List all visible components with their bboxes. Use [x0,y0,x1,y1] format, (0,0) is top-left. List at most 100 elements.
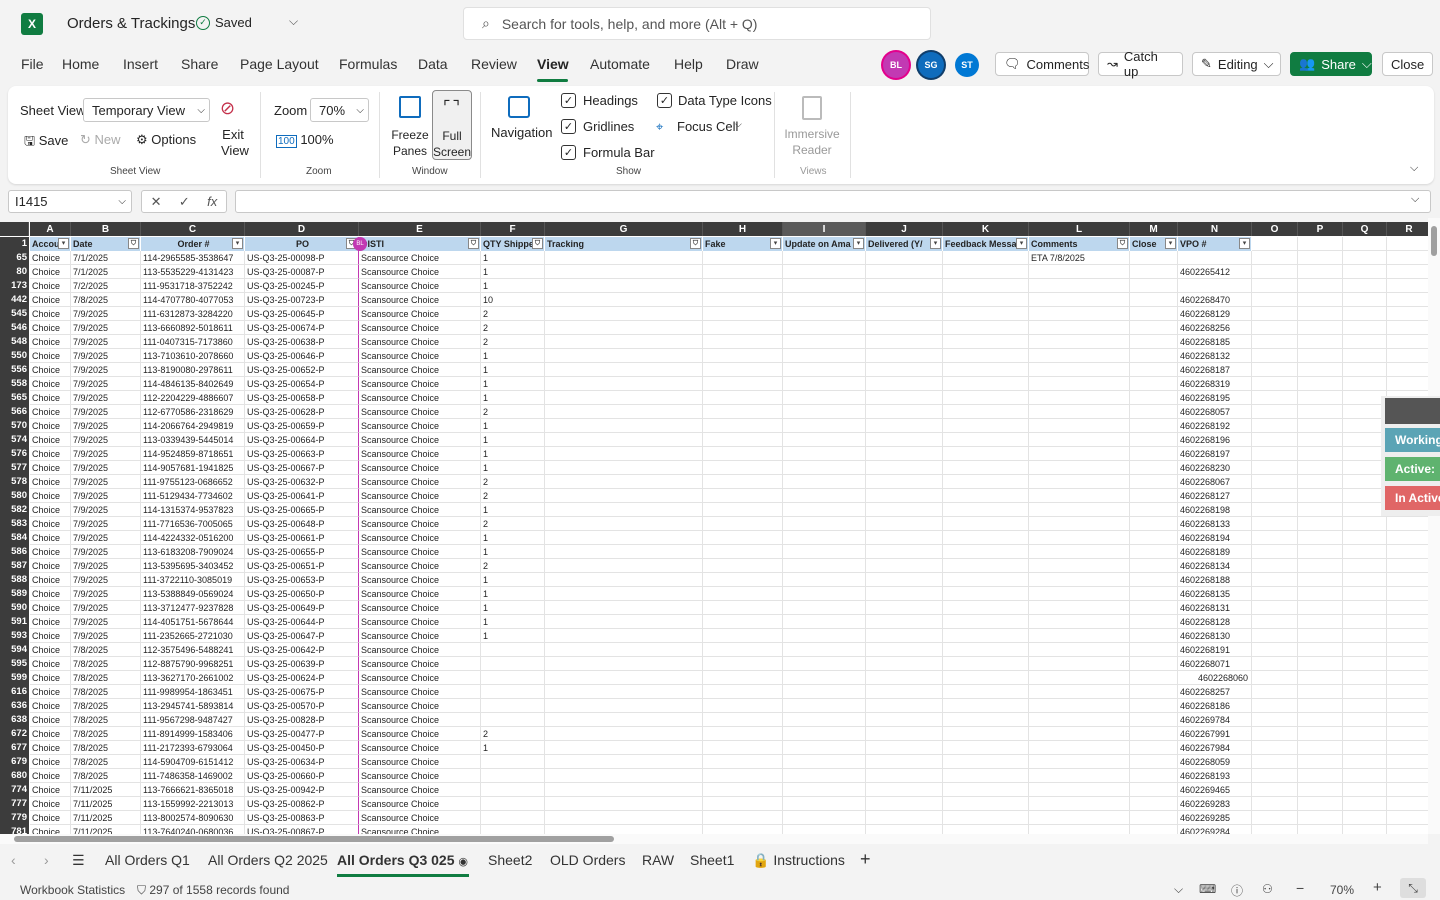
empty-cell[interactable] [1298,531,1343,545]
cell-qty-shipped[interactable]: 1 [481,251,545,265]
column-header-r[interactable]: R [1387,222,1428,236]
cell-qty-shipped[interactable]: 1 [481,391,545,405]
empty-cell[interactable] [1130,671,1178,685]
cell-vpo[interactable]: 4602268130 [1178,629,1252,643]
row-header[interactable]: 774 [0,783,29,797]
cell-date[interactable]: 7/9/2025 [71,335,141,349]
empty-cell[interactable] [1343,573,1387,587]
cell-qty-shipped[interactable]: 1 [481,601,545,615]
empty-cell[interactable] [1387,741,1428,755]
fullscreen-exit-icon[interactable]: ⤡ [1400,878,1426,898]
cell-comments[interactable] [1029,531,1130,545]
header-cell[interactable]: Update on Ama ▾ [783,237,866,251]
empty-cell[interactable] [1298,307,1343,321]
header-cell[interactable]: VPO # ▾ [1178,237,1252,251]
cell-date[interactable]: 7/9/2025 [71,489,141,503]
cell-comments[interactable] [1029,559,1130,573]
empty-cell[interactable] [1387,685,1428,699]
cell-vpo[interactable]: 4602268230 [1178,461,1252,475]
menu-share[interactable]: Share [181,56,218,72]
cell-vpo[interactable]: 4602267991 [1178,727,1252,741]
row-header[interactable]: 570 [0,419,29,433]
cell-po[interactable]: US-Q3-25-00661-P [245,531,359,545]
empty-cell[interactable] [943,321,1029,335]
empty-cell[interactable] [1343,755,1387,769]
chevron-down-icon[interactable]: ⌵ [289,14,298,29]
enter-icon[interactable]: ✓ [179,194,190,210]
empty-cell[interactable] [1343,699,1387,713]
empty-cell[interactable] [943,419,1029,433]
empty-cell[interactable] [783,377,866,391]
cell-po[interactable]: US-Q3-25-00723-P [245,293,359,307]
empty-cell[interactable] [545,755,703,769]
avatar-st[interactable]: ST [955,53,979,77]
cell-disti[interactable]: Scansource Choice [359,545,481,559]
tab-sheet1[interactable]: Sheet1 [690,852,734,868]
cell-date[interactable]: 7/9/2025 [71,405,141,419]
row-header[interactable]: 565 [0,391,29,405]
empty-cell[interactable] [1130,727,1178,741]
cell-qty-shipped[interactable]: 2 [481,335,545,349]
column-header-h[interactable]: H [703,222,783,236]
empty-cell[interactable] [1298,391,1343,405]
empty-cell[interactable] [1298,419,1343,433]
empty-cell[interactable] [943,727,1029,741]
cell-date[interactable]: 7/9/2025 [71,629,141,643]
empty-cell[interactable] [943,279,1029,293]
empty-cell[interactable] [866,713,943,727]
empty-cell[interactable] [545,657,703,671]
empty-cell[interactable] [703,755,783,769]
formula-input[interactable] [235,190,1431,213]
all-sheets-menu-icon[interactable]: ☰ [72,852,85,869]
cell-qty-shipped[interactable]: 2 [481,405,545,419]
empty-cell[interactable] [943,755,1029,769]
empty-cell[interactable] [545,405,703,419]
empty-cell[interactable] [1343,293,1387,307]
cell-comments[interactable] [1029,363,1130,377]
row-header[interactable]: 586 [0,545,29,559]
empty-cell[interactable] [545,419,703,433]
cell-disti[interactable]: Scansource Choice [359,685,481,699]
empty-cell[interactable] [866,433,943,447]
empty-cell[interactable] [1387,349,1428,363]
empty-cell[interactable] [866,251,943,265]
cell-vpo[interactable]: 4602268319 [1178,377,1252,391]
empty-cell[interactable] [1130,545,1178,559]
cell-date[interactable]: 7/8/2025 [71,699,141,713]
cell-po[interactable]: US-Q3-25-00650-P [245,587,359,601]
cell-po[interactable]: US-Q3-25-00098-P [245,251,359,265]
empty-cell[interactable] [866,503,943,517]
empty-cell[interactable] [545,713,703,727]
zoom-100-button[interactable]: 100 100% [276,132,334,148]
row-header[interactable]: 556 [0,363,29,377]
empty-cell[interactable] [866,811,943,825]
filter-active-icon[interactable]: ⛉ [690,238,701,249]
cell-disti[interactable]: Scansource Choice [359,321,481,335]
cell-comments[interactable] [1029,419,1130,433]
empty-cell[interactable] [1387,363,1428,377]
empty-cell[interactable] [1387,251,1428,265]
tab-all-orders-q1[interactable]: All Orders Q1 [105,852,190,868]
cell-po[interactable]: US-Q3-25-00942-P [245,783,359,797]
cell-account[interactable]: Choice [30,405,71,419]
empty-cell[interactable] [545,601,703,615]
row-header[interactable]: 576 [0,447,29,461]
empty-cell[interactable] [943,573,1029,587]
cell-disti[interactable]: Scansource Choice [359,279,481,293]
empty-cell[interactable] [1387,769,1428,783]
cell-comments[interactable] [1029,713,1130,727]
empty-cell[interactable] [703,475,783,489]
empty-cell[interactable] [1252,727,1298,741]
cell-vpo[interactable]: 4602268257 [1178,685,1252,699]
empty-cell[interactable] [1298,671,1343,685]
empty-cell[interactable] [1343,265,1387,279]
row-header[interactable]: 580 [0,489,29,503]
empty-cell[interactable] [866,699,943,713]
empty-cell[interactable] [866,643,943,657]
cell-vpo[interactable]: 4602268187 [1178,363,1252,377]
empty-cell[interactable] [1298,797,1343,811]
empty-cell[interactable] [703,671,783,685]
empty-cell[interactable] [1343,517,1387,531]
empty-cell[interactable] [783,363,866,377]
search-box[interactable]: ⌕ Search for tools, help, and more (Alt +… [463,7,931,40]
